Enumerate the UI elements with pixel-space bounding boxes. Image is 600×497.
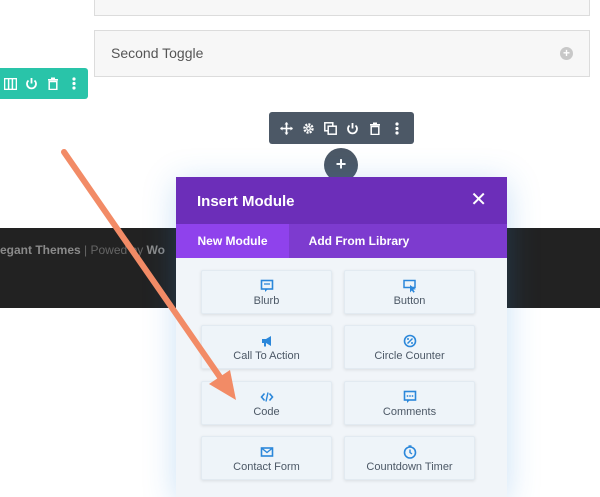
settings-icon[interactable] xyxy=(300,120,316,136)
envelope-icon xyxy=(260,447,273,457)
blurb-icon xyxy=(260,279,273,292)
module-label: Circle Counter xyxy=(374,350,445,362)
footer-separator: | Powe xyxy=(80,243,121,257)
duplicate-icon[interactable] xyxy=(322,120,338,136)
trash-icon[interactable] xyxy=(45,76,61,92)
code-icon xyxy=(259,392,274,402)
module-code[interactable]: Code xyxy=(201,381,332,425)
modal-title: Insert Module xyxy=(197,193,295,210)
close-icon[interactable]: ✕ xyxy=(470,190,487,210)
circle-counter-icon xyxy=(403,334,416,348)
module-label: Blurb xyxy=(253,295,280,307)
module-label: Comments xyxy=(382,406,437,418)
module-toolbar xyxy=(269,112,414,144)
power-icon[interactable] xyxy=(345,120,361,136)
row-toolbar xyxy=(0,68,88,99)
module-grid: Blurb Button Call To Action Circle Count… xyxy=(176,258,507,497)
comment-icon xyxy=(403,390,416,403)
module-blurb[interactable]: Blurb xyxy=(201,270,332,314)
timer-icon xyxy=(403,445,416,459)
move-icon[interactable] xyxy=(278,120,294,136)
tab-new-module[interactable]: New Module xyxy=(176,224,289,258)
module-contact-form[interactable]: Contact Form xyxy=(201,436,332,480)
module-label: Call To Action xyxy=(233,350,300,362)
module-label: Button xyxy=(393,295,426,307)
module-button[interactable]: Button xyxy=(344,270,475,314)
module-label: Contact Form xyxy=(233,461,300,473)
power-icon[interactable] xyxy=(24,76,40,92)
cursor-icon xyxy=(402,279,416,293)
module-circle-counter[interactable]: Circle Counter xyxy=(344,325,475,369)
footer-platform[interactable]: Wo xyxy=(147,243,165,257)
trash-icon[interactable] xyxy=(367,120,383,136)
modal-tabs: New Module Add From Library xyxy=(176,224,507,258)
module-countdown-timer[interactable]: Countdown Timer xyxy=(344,436,475,480)
modal-header: Insert Module ✕ xyxy=(176,177,507,224)
toggle-first xyxy=(94,0,590,16)
toggle-title: Second Toggle xyxy=(111,45,204,61)
module-label: Countdown Timer xyxy=(366,461,453,473)
module-comments[interactable]: Comments xyxy=(344,381,475,425)
columns-icon[interactable] xyxy=(3,76,19,92)
module-call-to-action[interactable]: Call To Action xyxy=(201,325,332,369)
insert-module-modal: Insert Module ✕ New Module Add From Libr… xyxy=(176,177,507,497)
toggle-second[interactable]: Second Toggle + xyxy=(94,30,590,77)
more-icon[interactable] xyxy=(389,120,405,136)
plus-circle-icon[interactable]: + xyxy=(560,47,573,60)
more-icon[interactable] xyxy=(66,76,82,92)
module-label: Code xyxy=(253,406,280,418)
footer-credits: egant Themes | Powed by Wo xyxy=(0,243,165,257)
footer-powered: d by xyxy=(120,243,147,257)
footer-brand[interactable]: egant Themes xyxy=(0,243,81,257)
tab-add-from-library[interactable]: Add From Library xyxy=(289,224,429,258)
megaphone-icon xyxy=(261,336,271,347)
